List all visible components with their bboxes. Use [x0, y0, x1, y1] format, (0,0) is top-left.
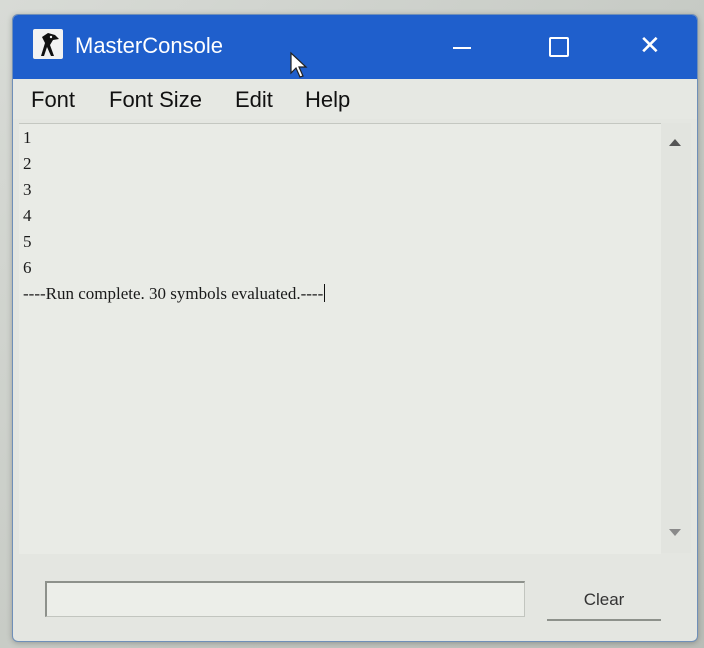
console-output[interactable]: 1 2 3 4 5 6 ----Run complete. 30 symbols…	[19, 123, 661, 554]
minimize-icon	[453, 47, 471, 49]
status-text: ----Run complete. 30 symbols evaluated.-…	[23, 284, 324, 303]
minimize-button[interactable]	[427, 15, 497, 79]
close-icon: ✕	[639, 31, 661, 61]
masterconsole-window: MasterConsole ✕ Font Font Size Edit Help…	[12, 14, 698, 642]
scroll-down-arrow-icon[interactable]	[669, 529, 681, 536]
window-title: MasterConsole	[75, 33, 223, 58]
menu-bar: Font Font Size Edit Help	[13, 79, 697, 119]
mouse-cursor-icon	[289, 51, 311, 79]
text-caret	[324, 284, 326, 302]
menu-help[interactable]: Help	[305, 87, 350, 113]
menu-font[interactable]: Font	[31, 87, 75, 113]
console-line: 4	[23, 206, 32, 225]
menu-edit[interactable]: Edit	[235, 87, 273, 113]
menu-font-size[interactable]: Font Size	[109, 87, 202, 113]
console-line: 2	[23, 154, 32, 173]
vertical-scrollbar[interactable]	[661, 123, 691, 553]
maximize-icon	[549, 37, 569, 57]
maximize-button[interactable]	[523, 15, 593, 79]
command-input[interactable]	[45, 581, 525, 617]
penguin-icon	[33, 29, 63, 59]
console-status-line: ----Run complete. 30 symbols evaluated.-…	[23, 284, 326, 304]
title-bar[interactable]: MasterConsole ✕	[13, 15, 697, 79]
close-button[interactable]: ✕	[617, 15, 687, 79]
console-line: 3	[23, 180, 32, 199]
clear-button[interactable]: Clear	[547, 581, 661, 621]
scroll-up-arrow-icon[interactable]	[669, 139, 681, 146]
console-line: 6	[23, 258, 32, 277]
console-line: 5	[23, 232, 32, 251]
console-line: 1	[23, 128, 32, 147]
